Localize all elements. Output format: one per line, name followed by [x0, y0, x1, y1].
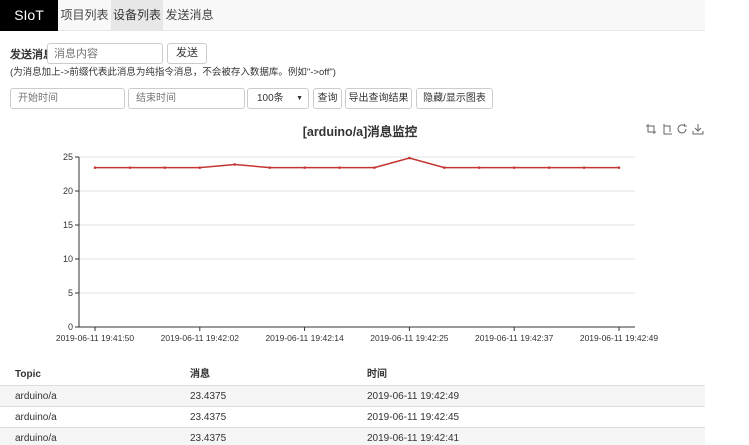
y-tick-label: 20 — [63, 186, 73, 196]
chart-title: [arduino/a]消息监控 — [302, 125, 418, 139]
navbar: SIoT 项目列表 设备列表 发送消息 — [0, 0, 705, 31]
cell-time: 2019-06-11 19:42:49 — [367, 391, 460, 402]
zoom-reset-icon[interactable] — [661, 123, 673, 135]
data-point — [547, 166, 551, 169]
y-tick-label: 15 — [63, 220, 73, 230]
x-tick-label: 2019-06-11 19:42:02 — [161, 333, 240, 343]
data-point — [477, 166, 481, 169]
cell-time: 2019-06-11 19:42:41 — [367, 433, 460, 444]
restore-icon[interactable] — [676, 123, 688, 135]
x-tick-label: 2019-06-11 19:41:50 — [56, 333, 135, 343]
data-point — [582, 166, 586, 169]
table-row: arduino/a 23.4375 2019-06-11 19:42:41 — [0, 428, 705, 445]
cell-topic: arduino/a — [15, 391, 57, 402]
save-image-icon[interactable] — [692, 123, 704, 135]
start-time-input[interactable] — [10, 88, 125, 109]
table-row: arduino/a 23.4375 2019-06-11 19:42:45 — [0, 407, 705, 428]
data-point — [93, 166, 97, 169]
export-button[interactable]: 导出查询结果 — [345, 88, 412, 109]
cell-time: 2019-06-11 19:42:45 — [367, 412, 460, 423]
x-tick-label: 2019-06-11 19:42:25 — [370, 333, 449, 343]
column-header-time: 时间 — [367, 369, 387, 380]
data-point — [338, 166, 341, 169]
brand-logo[interactable]: SIoT — [0, 0, 58, 31]
table-row: arduino/a 23.4375 2019-06-11 19:42:49 — [0, 386, 705, 407]
data-point — [268, 166, 271, 169]
x-tick-label: 2019-06-11 19:42:14 — [265, 333, 344, 343]
data-point — [163, 166, 167, 169]
table-header: Topic 消息 时间 — [0, 364, 705, 386]
send-button[interactable]: 发送 — [167, 43, 207, 64]
data-point — [617, 166, 621, 169]
x-tick-label: 2019-06-11 19:42:49 — [580, 333, 659, 343]
column-header-message: 消息 — [190, 369, 210, 380]
data-point — [198, 166, 202, 169]
x-tick-label: 2019-06-11 19:42:37 — [475, 333, 554, 343]
toggle-chart-button[interactable]: 隐藏/显示图表 — [416, 88, 493, 109]
nav-item-projects[interactable]: 项目列表 — [58, 0, 111, 31]
data-point — [408, 156, 411, 160]
limit-select-value: 100条 — [257, 93, 284, 104]
data-point — [373, 166, 376, 169]
y-tick-label: 10 — [63, 254, 73, 264]
y-tick-label: 5 — [68, 288, 73, 298]
caret-down-icon: ▼ — [296, 95, 303, 102]
cell-message: 23.4375 — [190, 412, 227, 423]
data-point — [128, 166, 132, 169]
nav-item-send-message[interactable]: 发送消息 — [163, 0, 216, 31]
data-point — [233, 163, 237, 166]
series-line — [95, 157, 619, 169]
y-tick-label: 25 — [63, 152, 73, 162]
y-tick-label: 0 — [68, 322, 73, 332]
cell-message: 23.4375 — [190, 391, 227, 402]
query-button[interactable]: 查询 — [313, 88, 342, 109]
limit-select[interactable]: 100条 ▼ — [247, 88, 309, 109]
message-content-input[interactable] — [47, 43, 163, 64]
send-hint-text: (为消息加上->前缀代表此消息为纯指令消息，不会被存入数据库。例如"->off"… — [10, 67, 336, 78]
cell-topic: arduino/a — [15, 412, 57, 423]
cell-topic: arduino/a — [15, 433, 57, 444]
data-point — [512, 166, 516, 169]
nav-item-devices[interactable]: 设备列表 — [111, 0, 163, 31]
zoom-icon[interactable] — [645, 123, 657, 135]
cell-message: 23.4375 — [190, 433, 227, 444]
data-point — [443, 166, 446, 169]
column-header-topic: Topic — [15, 369, 41, 380]
data-point — [303, 166, 306, 169]
end-time-input[interactable] — [128, 88, 245, 109]
line-chart: 0 5 10 15 20 25 2019-06-11 19:41:50 2019-06-11 … — [56, 152, 659, 343]
